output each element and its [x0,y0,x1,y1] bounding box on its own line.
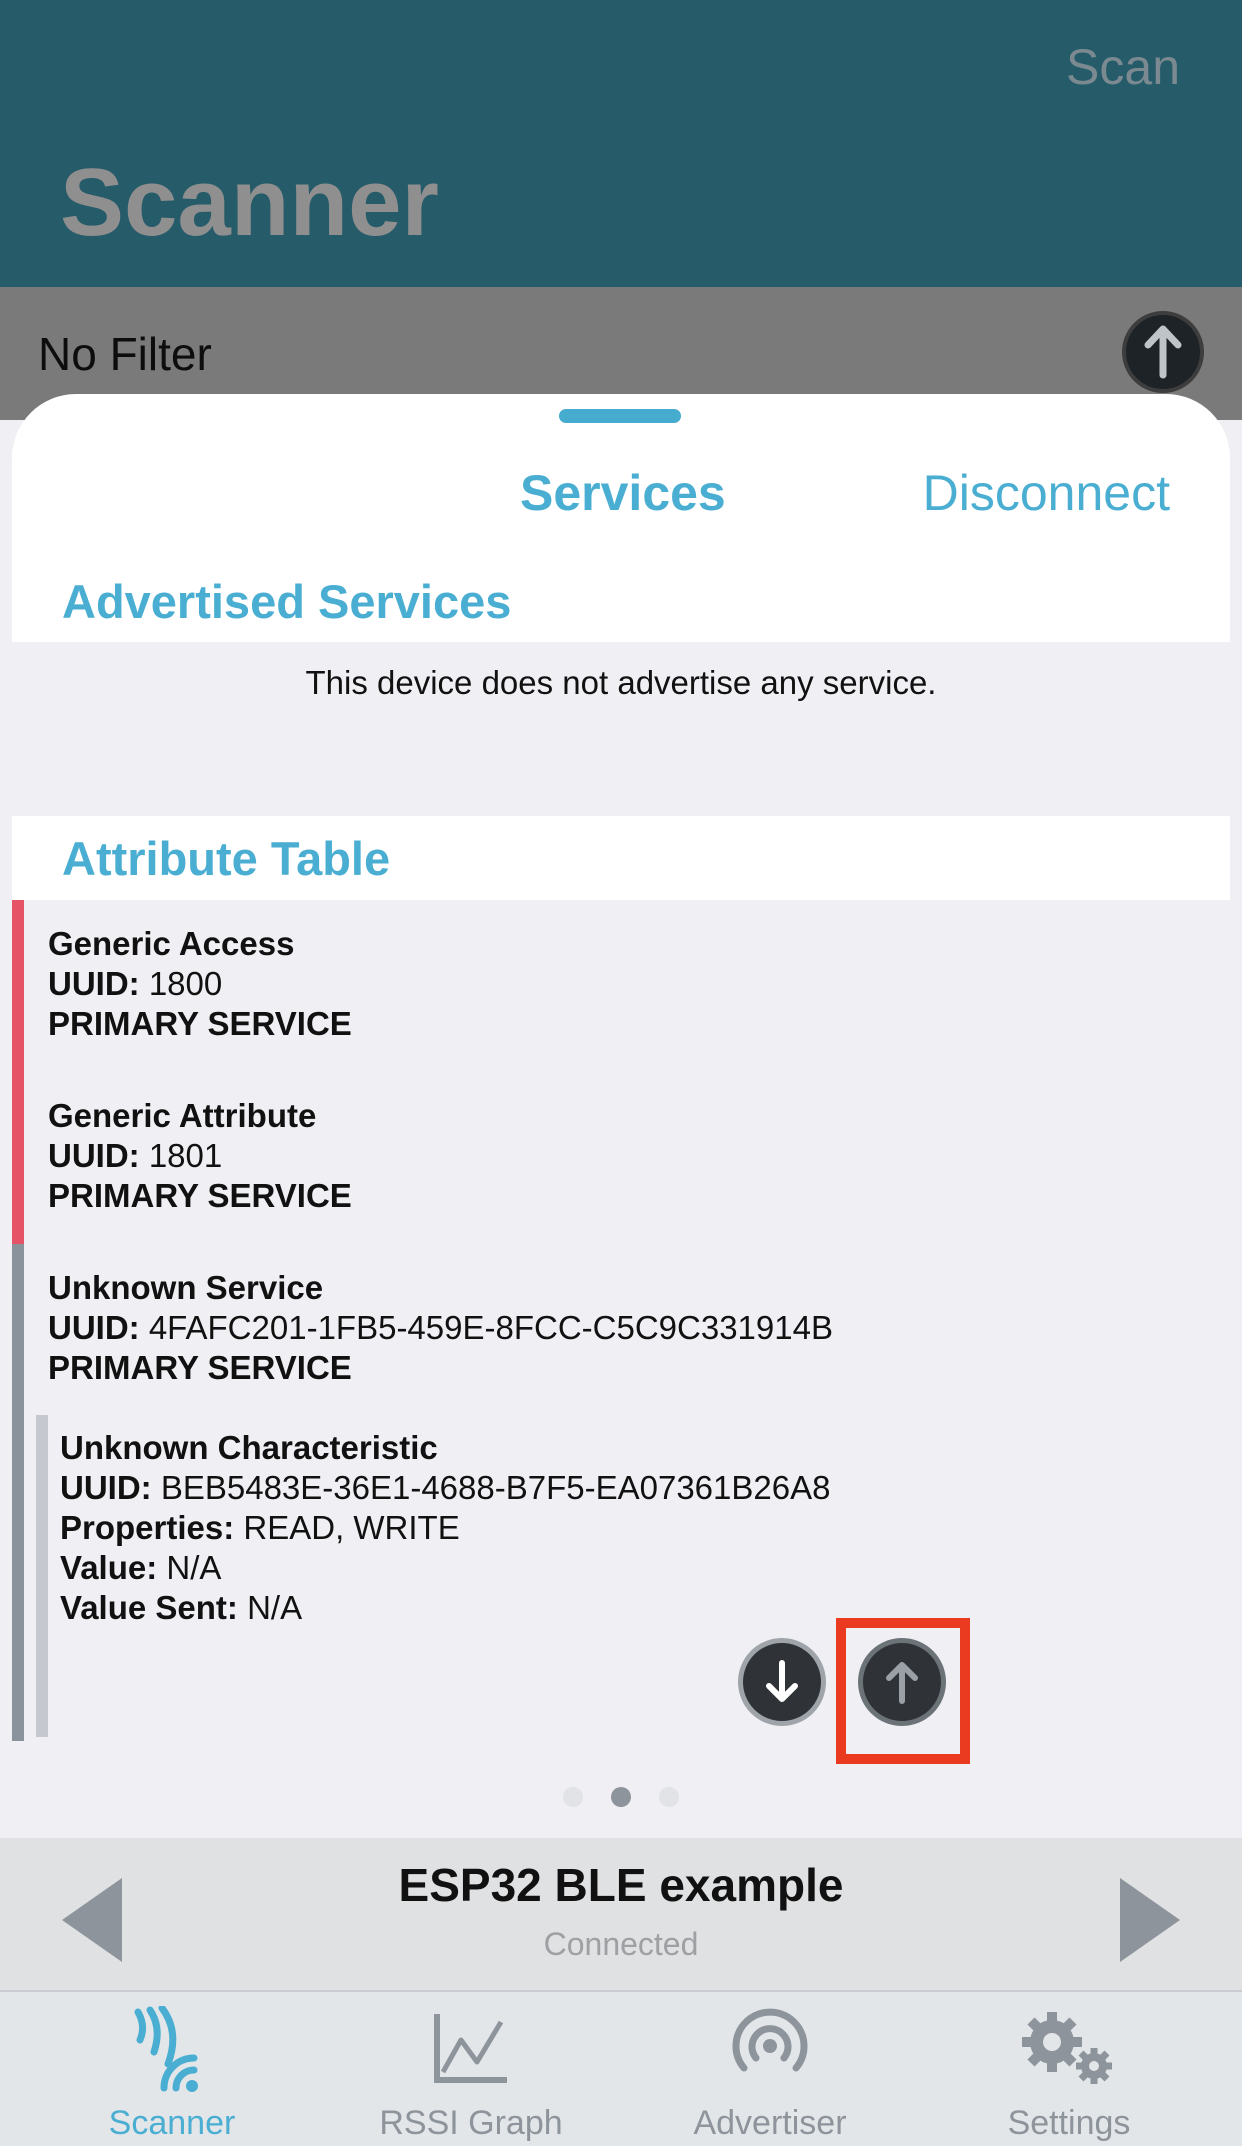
tab-label: RSSI Graph [379,2104,563,2142]
uuid-label: UUID: [48,1309,140,1346]
filter-toggle-icon[interactable] [1122,311,1204,393]
tab-services[interactable]: Services [520,464,726,522]
characteristic-value: N/A [166,1549,222,1586]
characteristic-value-sent: N/A [247,1589,303,1626]
service-item[interactable]: Unknown Service UUID: 4FAFC201-1FB5-459E… [48,1268,833,1388]
tab-advertiser[interactable]: Advertiser [615,1992,925,2146]
connected-device-bar: ESP32 BLE example Connected [0,1838,1242,1990]
advertised-services-message: This device does not advertise any servi… [305,664,937,701]
tab-rssi-graph[interactable]: RSSI Graph [316,1992,626,2146]
device-status: Connected [543,1926,699,1962]
value-sent-label: Value Sent: [60,1589,238,1626]
tab-label: Scanner [108,2104,236,2142]
page-title: Scanner [60,149,439,256]
service-item[interactable]: Generic Access UUID: 1800 PRIMARY SERVIC… [48,924,352,1044]
service-item[interactable]: Generic Attribute UUID: 1801 PRIMARY SER… [48,1096,352,1216]
characteristic-item[interactable]: Unknown Characteristic UUID: BEB5483E-36… [60,1428,830,1628]
scanner-icon [134,2006,198,2092]
filter-label: No Filter [38,328,212,380]
tab-label: Settings [1007,2104,1131,2142]
service-name: Generic Attribute [48,1097,317,1134]
properties-label: Properties: [60,1509,235,1546]
uuid-label: UUID: [48,965,140,1002]
characteristic-uuid: BEB5483E-36E1-4688-B7F5-EA07361B26A8 [160,1469,831,1506]
arrow-down-icon [766,1660,798,1702]
service-type: PRIMARY SERVICE [48,1349,352,1386]
page-dot[interactable] [659,1787,679,1807]
sheet-grabber[interactable] [559,409,681,423]
tab-label: Advertiser [693,2104,847,2142]
device-detail-sheet: Services Disconnect Advertised Services … [12,394,1230,1838]
characteristic-name: Unknown Characteristic [60,1429,438,1466]
page-dot-active[interactable] [611,1787,631,1807]
gear-icon [1022,2012,1112,2084]
tab-bar: Scanner RSSI Graph Advertiser Settings [0,1990,1242,2146]
tab-settings[interactable]: Settings [914,1992,1224,2146]
advertiser-icon [732,2008,808,2072]
page-indicator[interactable] [12,1787,1230,1812]
service-uuid: 1800 [148,965,223,1002]
disconnect-button[interactable]: Disconnect [923,464,1170,522]
characteristic-bar [36,1415,48,1737]
uuid-label: UUID: [60,1469,152,1506]
device-name: ESP32 BLE example [398,1859,844,1911]
page-dot[interactable] [563,1787,583,1807]
attribute-table-title: Attribute Table [62,832,391,885]
next-device-icon[interactable] [1120,1878,1180,1962]
navigation-bar: Scan Scanner [0,0,1242,287]
scan-button[interactable]: Scan [1066,38,1180,96]
service-group-bar [12,1244,24,1741]
value-label: Value: [60,1549,158,1586]
advertised-services-box: This device does not advertise any servi… [12,642,1230,816]
service-uuid: 1801 [148,1137,223,1174]
service-name: Generic Access [48,925,295,962]
read-value-button[interactable] [738,1638,826,1726]
service-name: Unknown Service [48,1269,324,1306]
service-type: PRIMARY SERVICE [48,1177,352,1214]
graph-icon [434,2014,507,2083]
service-uuid: 4FAFC201-1FB5-459E-8FCC-C5C9C331914B [148,1309,833,1346]
service-type: PRIMARY SERVICE [48,1005,352,1042]
advertised-services-title: Advertised Services [62,575,512,628]
uuid-label: UUID: [48,1137,140,1174]
attribute-table: Generic Access UUID: 1800 PRIMARY SERVIC… [12,900,1230,1838]
tab-scanner[interactable]: Scanner [17,1992,327,2146]
characteristic-properties: READ, WRITE [243,1509,460,1546]
write-button-highlight [836,1618,970,1764]
service-group-bar [12,900,24,1244]
